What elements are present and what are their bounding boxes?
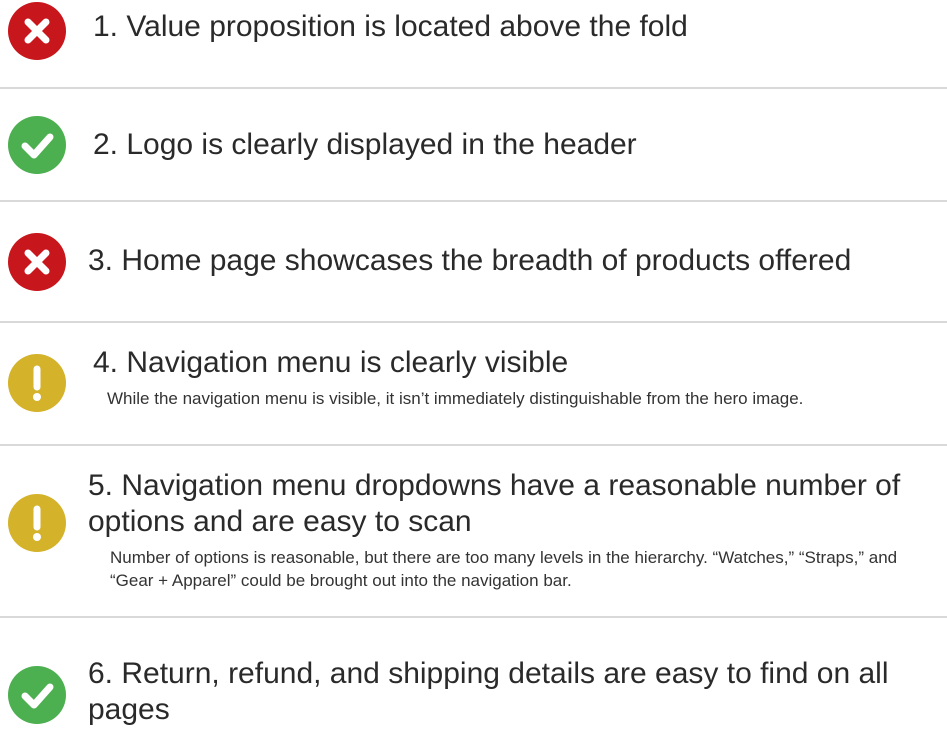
checkmark-icon xyxy=(8,666,66,724)
checklist-item-note: Number of options is reasonable, but the… xyxy=(110,548,898,590)
divider xyxy=(0,200,947,202)
checklist-item-title: 1. Value proposition is located above th… xyxy=(93,10,688,43)
divider xyxy=(0,87,947,89)
checklist-item-note: While the navigation menu is visible, it… xyxy=(107,389,804,408)
checklist-item-title: 3. Home page showcases the breadth of pr… xyxy=(88,244,852,277)
exclamation-icon xyxy=(8,354,66,412)
checklist-item-title: 5. Navigation menu dropdowns have a reas… xyxy=(88,469,901,538)
exclamation-icon xyxy=(8,494,66,552)
divider xyxy=(0,444,947,446)
divider xyxy=(0,616,947,618)
checkmark-icon xyxy=(8,116,66,174)
x-mark-icon xyxy=(8,2,66,60)
checklist-item-title: 4. Navigation menu is clearly visible xyxy=(93,346,569,379)
checklist-item-title: 2. Logo is clearly displayed in the head… xyxy=(93,128,637,161)
divider xyxy=(0,321,947,323)
checklist-item-title: 6. Return, refund, and shipping details … xyxy=(88,657,889,726)
x-mark-icon xyxy=(8,233,66,291)
